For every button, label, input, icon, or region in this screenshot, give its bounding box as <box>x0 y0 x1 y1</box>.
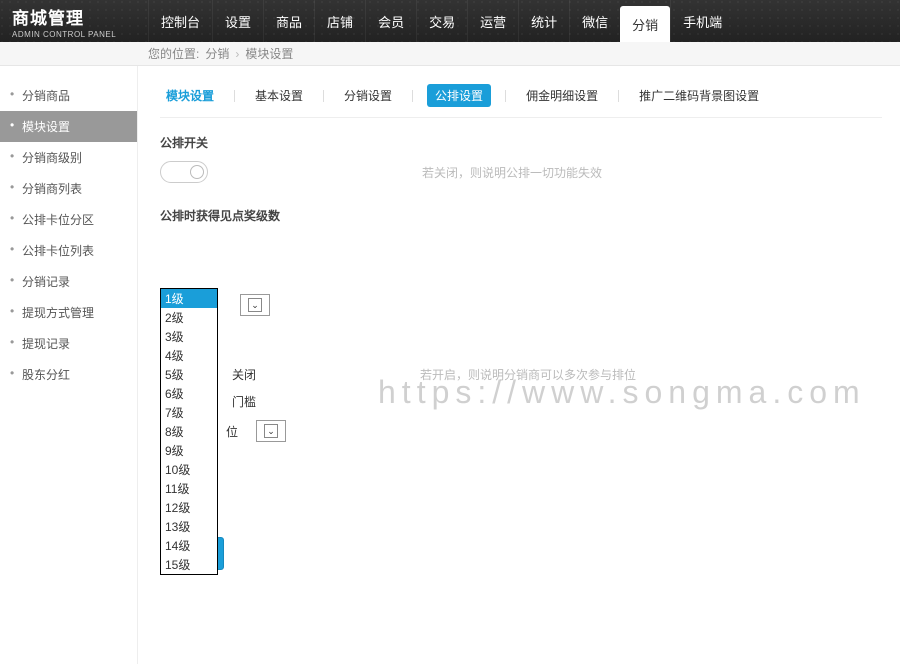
threshold-suffix: 门槛 <box>232 393 256 410</box>
tab-0[interactable]: 模块设置 <box>160 84 220 107</box>
chevron-down-icon: ⌄ <box>248 298 262 312</box>
sidebar-item-0[interactable]: 分销商品 <box>0 80 137 111</box>
listbox-option[interactable]: 14级 <box>161 536 217 555</box>
breadcrumb-section[interactable]: 分销 <box>205 45 229 62</box>
sidebar-item-7[interactable]: 提现方式管理 <box>0 297 137 328</box>
breadcrumb-page: 模块设置 <box>245 45 293 62</box>
listbox-option[interactable]: 4级 <box>161 346 217 365</box>
topnav-item-1[interactable]: 设置 <box>212 0 263 42</box>
sidebar-item-4[interactable]: 公排卡位分区 <box>0 204 137 235</box>
tab-5[interactable]: 推广二维码背景图设置 <box>633 84 765 107</box>
topnav-item-6[interactable]: 运营 <box>467 0 518 42</box>
content-area: 模块设置 基本设置 分销设置 公排设置 佣金明细设置 推广二维码背景图设置 公排开关 若关… <box>138 66 900 664</box>
field-label-reward-levels: 公排时获得见点奖级数 <box>160 207 882 224</box>
topnav-item-10[interactable]: 手机端 <box>670 0 734 42</box>
tab-row: 模块设置 基本设置 分销设置 公排设置 佣金明细设置 推广二维码背景图设置 <box>160 84 882 118</box>
listbox-option[interactable]: 12级 <box>161 498 217 517</box>
listbox-option[interactable]: 10级 <box>161 460 217 479</box>
breadcrumb: 您的位置: 分销 › 模块设置 <box>0 42 900 66</box>
topnav-item-2[interactable]: 商品 <box>263 0 314 42</box>
sidebar-item-5[interactable]: 公排卡位列表 <box>0 235 137 266</box>
listbox-option[interactable]: 13级 <box>161 517 217 536</box>
listbox-option[interactable]: 9级 <box>161 441 217 460</box>
logo-title: 商城管理 <box>12 4 138 29</box>
tab-divider <box>323 90 324 102</box>
listbox-option[interactable]: 8级 <box>161 422 217 441</box>
field-label-switch: 公排开关 <box>160 134 882 151</box>
sidebar-item-1[interactable]: 模块设置 <box>0 111 137 142</box>
tab-2[interactable]: 分销设置 <box>338 84 398 107</box>
tab-4[interactable]: 佣金明细设置 <box>520 84 604 107</box>
listbox-option[interactable]: 2级 <box>161 308 217 327</box>
sidebar-item-8[interactable]: 提现记录 <box>0 328 137 359</box>
tab-divider <box>412 90 413 102</box>
tab-3[interactable]: 公排设置 <box>427 84 491 107</box>
listbox-option[interactable]: 1级 <box>161 289 217 308</box>
listbox-option[interactable]: 5级 <box>161 365 217 384</box>
repeat-switch-suffix: 关闭 <box>232 366 256 383</box>
switch-help-text: 若关闭，则说明公排一切功能失效 <box>422 164 602 181</box>
topnav-item-3[interactable]: 店铺 <box>314 0 365 42</box>
sidebar: 分销商品模块设置分销商级别分销商列表公排卡位分区公排卡位列表分销记录提现方式管理… <box>0 66 138 664</box>
listbox-option[interactable]: 15级 <box>161 555 217 574</box>
listbox-option[interactable]: 6级 <box>161 384 217 403</box>
reward-level-listbox[interactable]: 1级2级3级4级5级6级7级8级9级10级11级12级13级14级15级 <box>160 288 218 575</box>
select-small-a[interactable]: ⌄ <box>240 294 270 316</box>
main-layout: 分销商品模块设置分销商级别分销商列表公排卡位分区公排卡位列表分销记录提现方式管理… <box>0 66 900 664</box>
listbox-option[interactable]: 3级 <box>161 327 217 346</box>
breadcrumb-prefix: 您的位置: <box>148 45 199 62</box>
sidebar-item-9[interactable]: 股东分红 <box>0 359 137 390</box>
logo-subtitle: ADMIN CONTROL PANEL <box>12 30 138 39</box>
toggle-knob <box>190 165 204 179</box>
logo-block: 商城管理 ADMIN CONTROL PANEL <box>0 0 148 42</box>
tab-1[interactable]: 基本设置 <box>249 84 309 107</box>
switch-toggle[interactable] <box>160 161 208 183</box>
top-nav: 控制台设置商品店铺会员交易运营统计微信分销手机端 <box>148 0 734 42</box>
breadcrumb-separator: › <box>235 47 239 61</box>
threshold-unit: 位 <box>226 423 238 440</box>
repeat-help-text: 若开启，则说明分销商可以多次参与排位 <box>420 366 636 383</box>
top-bar: 商城管理 ADMIN CONTROL PANEL 控制台设置商品店铺会员交易运营… <box>0 0 900 42</box>
topnav-item-4[interactable]: 会员 <box>365 0 416 42</box>
tab-divider <box>505 90 506 102</box>
chevron-down-icon: ⌄ <box>264 424 278 438</box>
select-small-b[interactable]: ⌄ <box>256 420 286 442</box>
listbox-option[interactable]: 11级 <box>161 479 217 498</box>
tab-divider <box>234 90 235 102</box>
listbox-option[interactable]: 7级 <box>161 403 217 422</box>
field-label-out-level: 出局层级 <box>160 464 882 481</box>
sidebar-item-3[interactable]: 分销商列表 <box>0 173 137 204</box>
topnav-item-8[interactable]: 微信 <box>569 0 620 42</box>
sidebar-item-6[interactable]: 分销记录 <box>0 266 137 297</box>
topnav-item-9[interactable]: 分销 <box>620 6 670 42</box>
sidebar-item-2[interactable]: 分销商级别 <box>0 142 137 173</box>
tab-divider <box>618 90 619 102</box>
topnav-item-5[interactable]: 交易 <box>416 0 467 42</box>
topnav-item-7[interactable]: 统计 <box>518 0 569 42</box>
topnav-item-0[interactable]: 控制台 <box>148 0 212 42</box>
